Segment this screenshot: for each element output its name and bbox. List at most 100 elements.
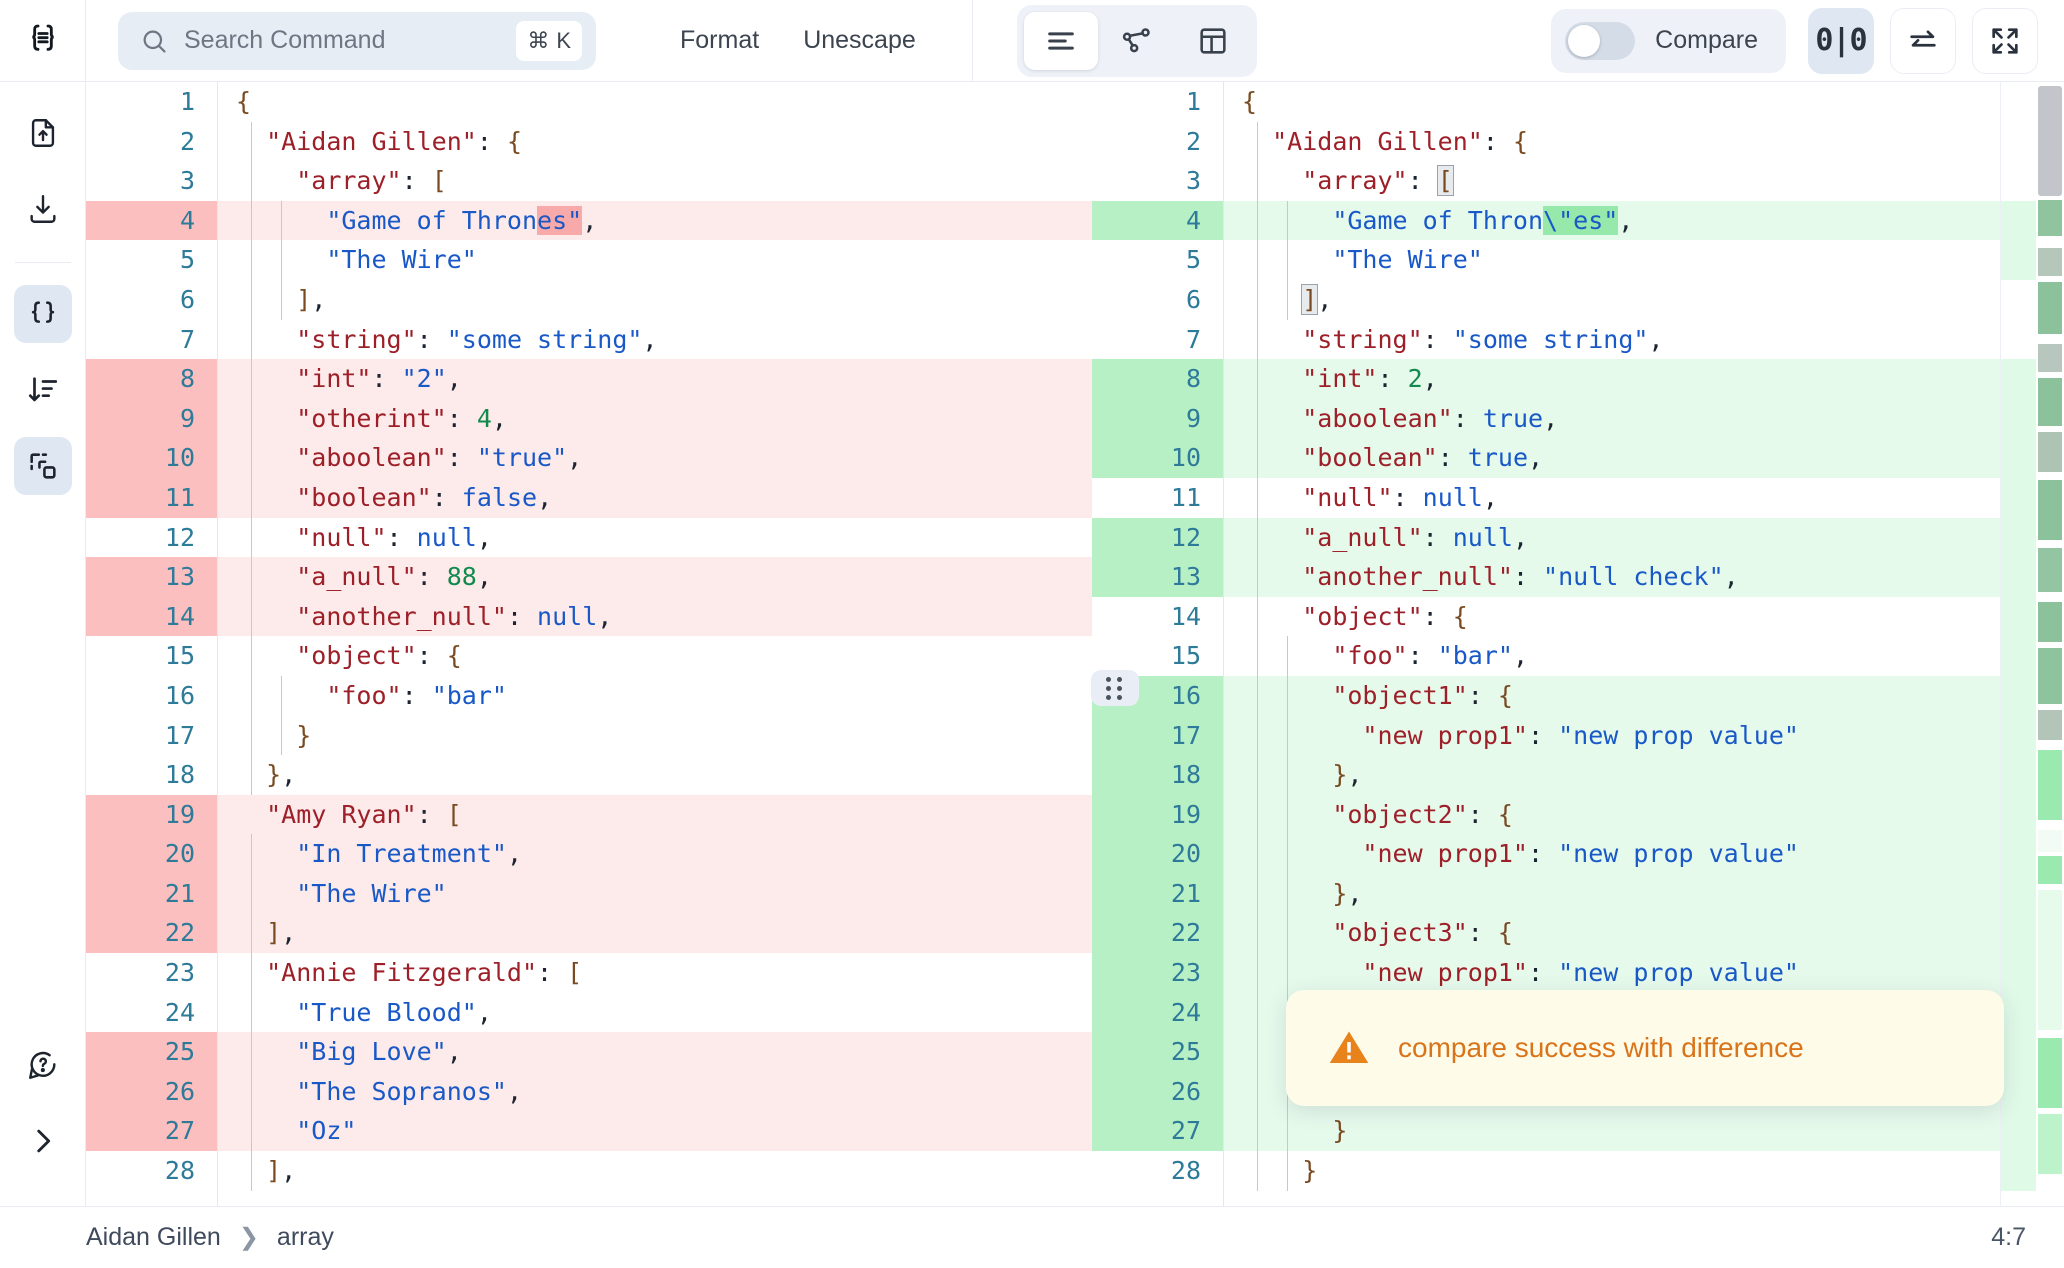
code-line[interactable]: }, <box>1224 755 2064 795</box>
code-line[interactable]: "aboolean": "true", <box>218 438 1092 478</box>
code-line[interactable]: "Annie Fitzgerald": [ <box>218 953 1092 993</box>
drag-dots-icon <box>1106 676 1124 700</box>
swap-panes-button[interactable] <box>1890 7 1956 74</box>
help-button[interactable] <box>14 1036 72 1094</box>
code-line[interactable]: "object": { <box>1224 597 2064 637</box>
code-line[interactable]: "new prop1": "new prop value" <box>1224 834 2064 874</box>
code-line[interactable]: "aboolean": true, <box>1224 398 2064 439</box>
rail-format-json[interactable] <box>13 285 72 343</box>
code-line[interactable]: "Aidan Gillen": { <box>1224 122 2064 162</box>
code-line[interactable]: "Amy Ryan": [ <box>218 794 1092 835</box>
code-line[interactable]: "otherint": 4, <box>218 398 1092 439</box>
line-number: 24 <box>1092 992 1223 1033</box>
diff-editors: 1 2 3 4 5 6 7 8 9 10 11 12 13 14 15 16 17 18 19 20 21 22 23 24 2… <box>86 82 2064 1206</box>
line-number: 7 <box>1185 324 1201 354</box>
code-line[interactable]: "new prop1": "new prop value" <box>1224 715 2064 756</box>
code-line[interactable]: "object3": { <box>1224 913 2064 954</box>
line-number: 8 <box>1092 359 1223 399</box>
code-line[interactable]: "array": [ <box>1224 161 2064 201</box>
json-diff-app: Search Command ⌘ K Format Unescape Compa… <box>0 0 2064 1268</box>
code-line[interactable]: } <box>1224 1111 2064 1152</box>
code-line[interactable]: "foo": "bar" <box>218 676 1092 716</box>
code-line[interactable]: "new prop1": "new prop value" <box>1224 953 2064 993</box>
rail-upload[interactable] <box>14 104 72 162</box>
code-line[interactable]: "null": null, <box>218 518 1092 558</box>
scrollbar-thumb[interactable] <box>2038 86 2062 196</box>
search-input[interactable]: Search Command <box>184 26 516 55</box>
code-line[interactable]: }, <box>218 755 1092 795</box>
code-line[interactable]: { <box>1224 82 2064 122</box>
code-line[interactable]: }, <box>1224 873 2064 914</box>
line-number: 14 <box>86 596 217 637</box>
indent-guide <box>281 676 283 756</box>
breadcrumb-item-0[interactable]: Aidan Gillen <box>86 1223 221 1252</box>
split-view-button[interactable]: 0|0 <box>1808 7 1874 74</box>
code-line[interactable]: } <box>218 716 1092 756</box>
code-line[interactable]: "object2": { <box>1224 794 2064 835</box>
code-line[interactable]: "another_null": null, <box>218 596 1092 637</box>
expand-rail-button[interactable] <box>14 1112 72 1170</box>
compare-toggle[interactable] <box>1565 21 1636 60</box>
pane-resize-handle[interactable] <box>1091 670 1139 706</box>
code-line[interactable]: "a_null": 88, <box>218 557 1092 597</box>
code-line[interactable]: ], <box>218 913 1092 954</box>
view-mode-text[interactable] <box>1023 11 1098 70</box>
code-line[interactable]: ], <box>1224 280 2064 320</box>
code-line[interactable]: "int": "2", <box>218 359 1092 399</box>
curly-braces-icon <box>31 301 54 323</box>
code-line[interactable]: "null": null, <box>1224 478 2064 518</box>
view-mode-table[interactable] <box>1176 12 1250 70</box>
left-json-editor[interactable]: 1 2 3 4 5 6 7 8 9 10 11 12 13 14 15 16 17 18 19 20 21 22 23 24 2… <box>86 82 1092 1206</box>
scrollbar-diff-mark <box>2038 282 2062 334</box>
code-line[interactable]: "array": [ <box>218 161 1092 201</box>
breadcrumb-item-1[interactable]: array <box>277 1223 334 1252</box>
indent-guide <box>1287 636 1289 1191</box>
code-line[interactable]: "a_null": null, <box>1224 517 2064 558</box>
code-line[interactable]: "Big Love", <box>218 1032 1092 1072</box>
code-line[interactable]: "boolean": false, <box>218 477 1092 518</box>
code-line[interactable]: "object1": { <box>1224 675 2064 716</box>
line-number: 17 <box>164 720 195 750</box>
rail-compare[interactable] <box>13 437 72 495</box>
sort-descending-icon <box>28 377 57 402</box>
line-number: 11 <box>86 477 217 518</box>
code-line[interactable]: "foo": "bar", <box>1224 636 2064 676</box>
scrollbar-diff-mark <box>2038 378 2062 426</box>
notification-toast[interactable]: compare success with difference <box>1286 990 2004 1106</box>
code-line[interactable]: "Game of Thrones", <box>218 200 1092 241</box>
line-number: 20 <box>86 834 217 874</box>
scrollbar-diff-mark <box>2038 248 2062 276</box>
code-line[interactable]: "The Wire" <box>218 240 1092 280</box>
code-line[interactable]: "boolean": true, <box>1224 438 2064 478</box>
code-line[interactable]: "The Wire" <box>1224 240 2064 280</box>
left-code-area[interactable]: { "Aidan Gillen": { "array": [ "Game of … <box>218 82 1092 1206</box>
code-line[interactable]: "In Treatment", <box>218 834 1092 874</box>
rail-download[interactable] <box>14 180 72 238</box>
code-line[interactable]: "True Blood", <box>218 993 1092 1033</box>
line-number: 5 <box>179 245 195 275</box>
code-line[interactable]: } <box>1224 1151 2064 1191</box>
fullscreen-button[interactable] <box>1972 7 2038 74</box>
code-line[interactable]: "string": "some string", <box>1224 320 2064 360</box>
code-line[interactable]: "string": "some string", <box>218 320 1092 360</box>
code-line[interactable]: "Aidan Gillen": { <box>218 122 1092 162</box>
code-line[interactable]: "The Sopranos", <box>218 1071 1092 1112</box>
right-overview-ruler[interactable] <box>2000 82 2064 1206</box>
menu-format[interactable]: Format <box>658 16 781 65</box>
code-line[interactable]: ], <box>218 280 1092 320</box>
compare-toggle-group[interactable]: Compare <box>1551 8 1786 73</box>
code-line[interactable]: "Oz" <box>218 1111 1092 1152</box>
rail-sort[interactable] <box>14 361 72 419</box>
code-line[interactable]: "object": { <box>218 636 1092 676</box>
vertical-scrollbar[interactable] <box>2036 82 2064 1206</box>
code-line[interactable]: "int": 2, <box>1224 359 2064 399</box>
code-line[interactable]: "The Wire" <box>218 873 1092 914</box>
menu-unescape[interactable]: Unescape <box>781 16 938 65</box>
code-line[interactable]: "Game of Thron\"es", <box>1224 200 2064 241</box>
view-mode-graph[interactable] <box>1100 12 1174 70</box>
code-line[interactable]: ], <box>218 1151 1092 1191</box>
search-command-box[interactable]: Search Command ⌘ K <box>118 11 596 70</box>
code-line[interactable]: { <box>218 82 1092 122</box>
code-line[interactable]: "another_null": "null check", <box>1224 557 2064 597</box>
compare-label: Compare <box>1655 26 1758 54</box>
